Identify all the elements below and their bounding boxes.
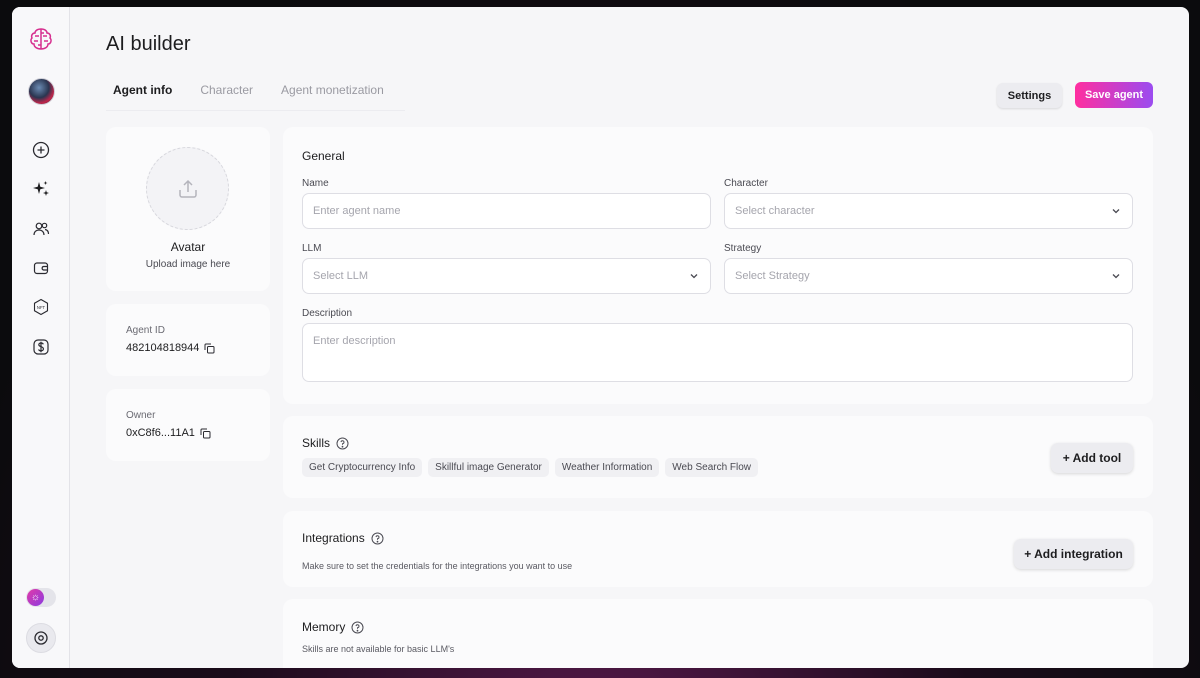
avatar-card: Avatar Upload image here <box>106 127 270 291</box>
avatar-subtitle: Upload image here <box>145 259 231 270</box>
settings-button[interactable]: Settings <box>997 83 1062 108</box>
nft-nav[interactable]: NFT <box>12 298 70 316</box>
tab-bar: Agent info Character Agent monetization <box>106 81 405 111</box>
owner-value: 0xC8f6...11A1 <box>126 427 195 439</box>
wallet-nav[interactable] <box>12 259 70 277</box>
help-icon[interactable] <box>371 532 384 545</box>
svg-text:NFT: NFT <box>37 305 46 310</box>
chevron-down-icon <box>1112 274 1120 279</box>
add-integration-button[interactable]: + Add integration <box>1014 539 1133 569</box>
help-icon[interactable] <box>336 437 349 450</box>
skill-chip[interactable]: Web Search Flow <box>665 458 759 477</box>
llm-select-value: Select LLM <box>313 270 369 282</box>
memory-title-row: Memory <box>302 620 364 634</box>
add-tool-button[interactable]: + Add tool <box>1051 443 1133 473</box>
llm-select[interactable]: Select LLM <box>302 258 711 294</box>
agent-id-value-row: 482104818944 <box>126 342 215 354</box>
user-avatar[interactable] <box>12 78 70 105</box>
users-icon <box>33 222 50 236</box>
skills-list: Get Cryptocurrency Info Skillful image G… <box>302 458 759 477</box>
app-window: NFT ☼ AI builder Agent info Character Ag… <box>12 7 1189 668</box>
character-select[interactable]: Select character <box>724 193 1133 229</box>
name-input[interactable] <box>313 205 700 217</box>
memory-card: Memory Skills are not available for basi… <box>283 599 1153 668</box>
skills-title-row: Skills <box>302 436 349 450</box>
skills-title: Skills <box>302 436 331 450</box>
save-agent-button[interactable]: Save agent <box>1075 82 1153 108</box>
name-field-wrap <box>302 193 711 229</box>
tab-agent-info[interactable]: Agent info <box>106 81 179 110</box>
page-title: AI builder <box>106 33 191 55</box>
general-card: General Name Character Select character … <box>283 127 1153 404</box>
dollar-icon <box>33 339 49 355</box>
skills-card: Skills Get Cryptocurrency Info Skillful … <box>283 416 1153 498</box>
strategy-select-value: Select Strategy <box>735 270 810 282</box>
owner-value-row: 0xC8f6...11A1 <box>126 427 211 439</box>
brain-logo-icon[interactable] <box>12 25 70 53</box>
strategy-label: Strategy <box>724 243 762 254</box>
avatar-title: Avatar <box>170 240 206 254</box>
nft-icon: NFT <box>33 298 49 316</box>
plus-circle-icon <box>32 141 50 159</box>
tab-character[interactable]: Character <box>193 81 260 110</box>
agent-id-label: Agent ID <box>126 325 165 336</box>
chevron-down-icon <box>1112 209 1120 214</box>
integrations-title-row: Integrations <box>302 531 384 545</box>
users-nav[interactable] <box>12 220 70 238</box>
integrations-title: Integrations <box>302 531 365 545</box>
ai-builder-nav[interactable] <box>12 180 70 198</box>
description-label: Description <box>302 308 353 319</box>
settings-circle-icon <box>26 623 56 653</box>
sidebar: NFT ☼ <box>12 7 70 668</box>
character-select-value: Select character <box>735 205 815 217</box>
memory-title: Memory <box>302 620 346 634</box>
avatar-upload-dropzone[interactable] <box>146 147 229 230</box>
tab-agent-monetization[interactable]: Agent monetization <box>274 81 391 110</box>
copy-icon[interactable] <box>204 343 215 354</box>
owner-label: Owner <box>126 410 156 421</box>
upload-icon <box>178 179 197 198</box>
skill-chip[interactable]: Skillful image Generator <box>428 458 549 477</box>
general-title: General <box>302 149 345 163</box>
skill-chip[interactable]: Weather Information <box>554 458 660 477</box>
description-field-wrap <box>302 323 1133 382</box>
description-input[interactable] <box>313 324 1122 381</box>
integrations-subtitle: Make sure to set the credentials for the… <box>302 561 573 571</box>
sun-icon: ☼ <box>27 589 44 606</box>
toggle-track: ☼ <box>26 588 56 607</box>
settings-circle-button[interactable] <box>12 623 70 653</box>
skill-chip[interactable]: Get Cryptocurrency Info <box>302 458 423 477</box>
memory-subtitle: Skills are not available for basic LLM's <box>302 644 455 654</box>
avatar <box>27 78 55 105</box>
theme-toggle[interactable]: ☼ <box>12 588 70 607</box>
help-icon[interactable] <box>351 621 364 634</box>
create-button[interactable] <box>12 141 70 159</box>
agent-id-value: 482104818944 <box>126 342 200 354</box>
character-label: Character <box>724 178 768 189</box>
strategy-select[interactable]: Select Strategy <box>724 258 1133 294</box>
name-label: Name <box>302 178 329 189</box>
llm-label: LLM <box>302 243 322 254</box>
chevron-down-icon <box>690 274 698 279</box>
owner-card: Owner 0xC8f6...11A1 <box>106 389 270 461</box>
wallet-icon <box>33 262 49 275</box>
integrations-card: Integrations Make sure to set the creden… <box>283 511 1153 587</box>
agent-id-card: Agent ID 482104818944 <box>106 304 270 376</box>
monetization-nav[interactable] <box>12 338 70 356</box>
sparkles-icon <box>33 181 49 196</box>
copy-icon[interactable] <box>200 428 211 439</box>
